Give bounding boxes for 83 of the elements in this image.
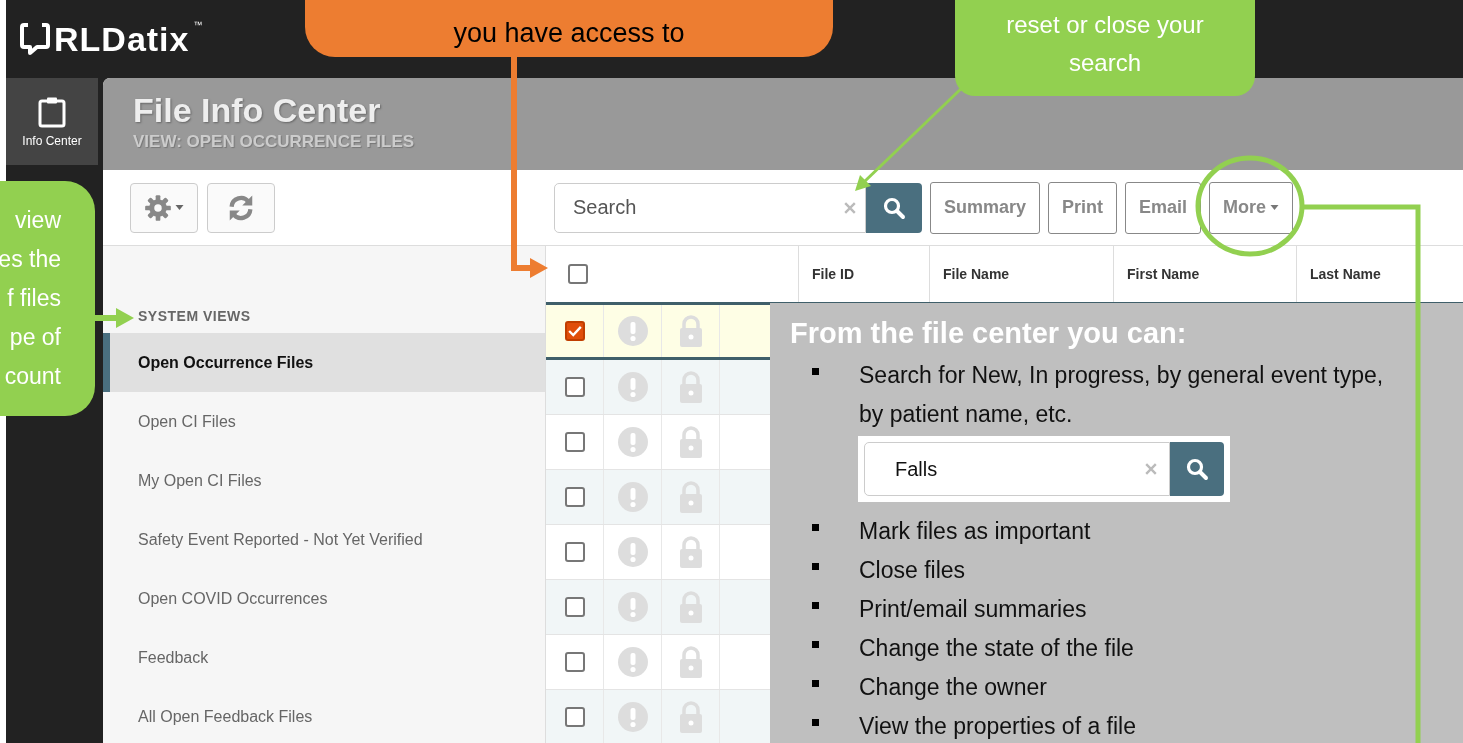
sidebar-item[interactable]: My Open CI Files [103,451,545,510]
important-icon[interactable] [617,702,648,732]
bullet-icon [812,680,819,687]
caret-icon [175,205,184,210]
sidebar-item[interactable]: Safety Event Reported - Not Yet Verified [103,510,545,569]
sidebar-item[interactable]: Feedback [103,628,545,687]
lock-icon[interactable] [678,315,703,347]
lock-icon[interactable] [678,701,703,733]
clipboard-icon [37,95,67,128]
important-icon[interactable] [617,647,648,677]
chat-bubble-icon [20,22,50,56]
clear-icon[interactable] [1145,463,1157,475]
important-icon[interactable] [617,482,648,512]
bullet-text: View the properties of a file [859,712,1137,741]
bullet-text: Change the owner [859,673,1048,702]
column-header[interactable]: Last Name [1297,246,1463,302]
search-button[interactable] [1170,442,1224,496]
callout-text: f files [7,284,61,313]
bullet-text: Change the state of the file [859,634,1135,663]
column-header[interactable]: File Name [930,246,1114,302]
bullet-icon [812,368,819,375]
row-checkbox[interactable] [564,377,585,397]
important-icon[interactable] [617,592,648,622]
action-button[interactable]: Summary [930,181,1041,234]
bullet-icon [812,524,819,531]
bullet-icon [812,602,819,609]
action-button[interactable]: Email [1125,181,1202,234]
rail-item[interactable]: Info Center [6,78,98,165]
callout-text: you have access to [453,18,685,49]
sidebar-item[interactable]: Open CI Files [103,392,545,451]
dropdown-button[interactable]: More [1209,181,1294,234]
select-all-checkbox[interactable] [568,264,588,284]
sidebar-item[interactable]: All Open Feedback Files [103,687,545,743]
important-icon[interactable] [617,427,648,457]
row-checkbox[interactable] [564,321,585,341]
info-title: From the file center you can: [790,317,1188,350]
row-checkbox[interactable] [564,707,585,727]
bullet-icon [812,641,819,648]
lock-icon[interactable] [678,646,703,678]
page-title: File Info Center [133,90,382,130]
sidebar-item[interactable]: Open COVID Occurrences [103,569,545,628]
bullet-text: Mark files as important [859,517,1092,546]
gear-icon [144,193,172,222]
lock-icon[interactable] [678,536,703,568]
lock-icon[interactable] [678,371,703,403]
row-checkbox[interactable] [564,432,585,452]
search-icon [882,195,906,220]
settings-button[interactable] [130,182,198,233]
search-field[interactable]: Search [554,182,866,233]
row-checkbox[interactable] [564,597,585,617]
search-field[interactable]: Falls [864,442,1170,496]
row-checkbox[interactable] [564,487,585,507]
callout-text: reset or close your [1006,10,1204,40]
logo-text: RLDatix [54,20,190,58]
important-icon[interactable] [617,372,648,402]
lock-icon[interactable] [678,481,703,513]
search-button[interactable] [866,182,922,233]
sidebar-item[interactable]: Open Occurrence Files [103,333,545,392]
bullet-text: Search for New, In progress, by general event type, by patient name, etc. [859,361,1385,429]
bullet-text: Print/email summaries [859,595,1088,624]
important-icon[interactable] [617,316,648,346]
column-header[interactable]: First Name [1114,246,1297,302]
refresh-button[interactable] [207,182,275,233]
clear-icon[interactable] [844,201,856,214]
bullet-icon [812,719,819,726]
caret-icon [1270,205,1280,210]
callout-text: count [4,362,61,391]
row-checkbox[interactable] [564,542,585,562]
callout-text: pe of [9,323,61,352]
callout-text: view [15,206,61,235]
trademark: ™ [193,20,203,30]
action-button[interactable]: Print [1048,181,1118,234]
column-header[interactable]: File ID [799,246,930,302]
lock-icon[interactable] [678,591,703,623]
lock-icon[interactable] [678,426,703,458]
bullet-text: Close files [859,556,967,585]
bullet-icon [812,563,819,570]
row-checkbox[interactable] [564,652,585,672]
section-heading: SYSTEM VIEWS [137,308,252,324]
callout-text: search [1068,48,1141,78]
callout-text: es the [0,245,61,274]
important-icon[interactable] [617,537,648,567]
search-icon [1185,457,1209,481]
